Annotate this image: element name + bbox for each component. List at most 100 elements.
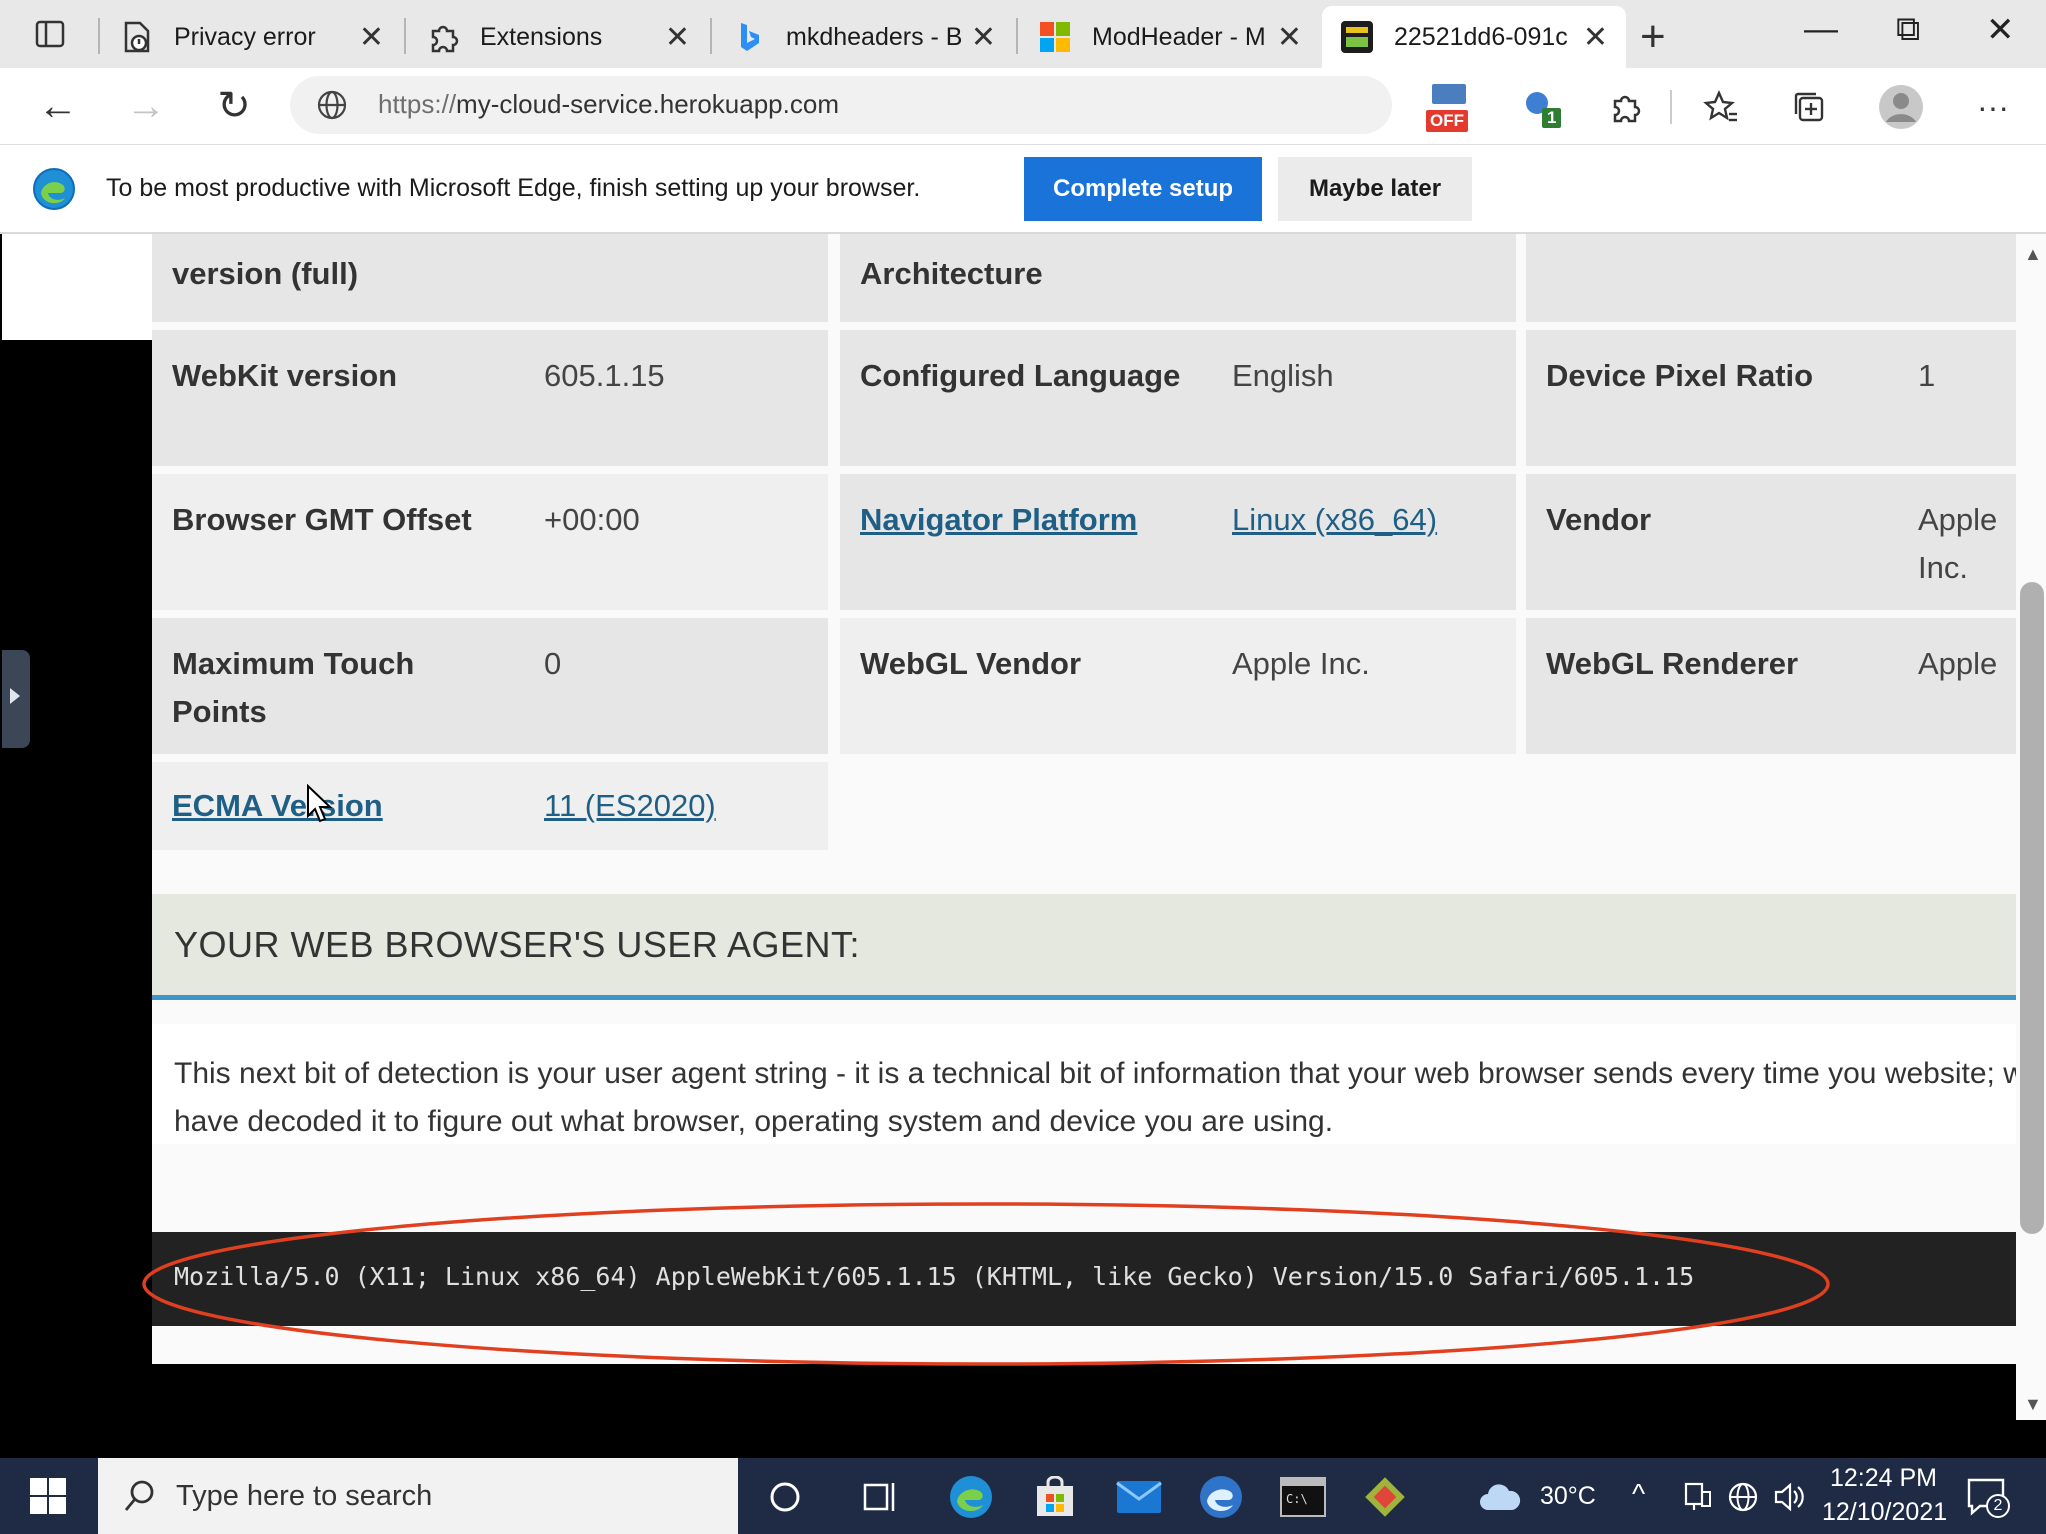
clock-time[interactable]: 12:24 PM	[1830, 1464, 1937, 1493]
tab-actions-button[interactable]	[22, 14, 78, 54]
weather-temperature[interactable]: 30°C	[1540, 1482, 1596, 1511]
info-value: Apple Inc.	[1918, 502, 1998, 585]
scroll-down-arrow-icon[interactable]: ▼	[2024, 1394, 2042, 1415]
svg-text:C:\: C:\	[1286, 1492, 1308, 1506]
taskbar-terminal-button[interactable]: C:\	[1280, 1474, 1326, 1520]
tray-overflow-chevron-icon[interactable]: ^	[1632, 1478, 1645, 1510]
mouse-cursor-icon	[307, 784, 332, 823]
notification-center-button[interactable]: 2	[1966, 1476, 2010, 1521]
taskbar-mail-button[interactable]	[1116, 1474, 1162, 1520]
refresh-button[interactable]: ↻	[208, 80, 260, 132]
taskbar-store-button[interactable]	[1032, 1474, 1078, 1520]
taskbar-edge-beta-button[interactable]	[1198, 1474, 1244, 1520]
info-cell: Architecture	[840, 234, 1516, 322]
setup-message: To be most productive with Microsoft Edg…	[106, 174, 921, 202]
puzzle-icon	[1613, 95, 1641, 123]
ecma-version-link[interactable]: ECMA Version	[172, 782, 383, 830]
forward-button[interactable]: →	[120, 80, 172, 132]
favorites-button[interactable]	[1696, 82, 1746, 132]
info-key: WebKit version	[172, 358, 398, 393]
taskbar-edge-button[interactable]	[948, 1474, 994, 1520]
info-cell: WebGL Renderer Apple	[1526, 618, 2016, 754]
url-text: https://my-cloud-service.herokuapp.com	[378, 89, 839, 120]
tab-title: 22521dd6-091c	[1394, 22, 1568, 51]
url-host: my-cloud-service.herokuapp.com	[456, 89, 839, 119]
start-button[interactable]	[30, 1478, 66, 1519]
info-key: Configured Language	[860, 358, 1181, 393]
close-tab-icon[interactable]: ✕	[359, 20, 384, 55]
edge-beta-icon	[1200, 1476, 1242, 1518]
scroll-up-arrow-icon[interactable]: ▲	[2024, 244, 2042, 265]
modheader-extension-button[interactable]: 1	[1514, 82, 1564, 132]
close-tab-icon[interactable]: ✕	[971, 20, 996, 55]
info-value: Apple	[1918, 646, 1998, 681]
git-diamond-icon	[1365, 1477, 1405, 1517]
refresh-icon: ↻	[217, 84, 251, 128]
address-bar[interactable]: https://my-cloud-service.herokuapp.com	[290, 76, 1392, 134]
extensions-button[interactable]	[1600, 82, 1650, 132]
profile-button[interactable]	[1876, 82, 1926, 132]
info-key: Device Pixel Ratio	[1546, 358, 1814, 393]
network-globe-icon[interactable]	[1726, 1480, 1760, 1514]
navigator-platform-link[interactable]: Navigator Platform	[860, 496, 1137, 544]
close-window-button[interactable]: ✕	[1986, 10, 2015, 50]
extension-toggle-button[interactable]: OFF	[1424, 82, 1474, 132]
close-tab-icon[interactable]: ✕	[1583, 20, 1608, 55]
task-view-button[interactable]	[858, 1474, 904, 1520]
info-cell	[1526, 234, 2016, 322]
side-panel-handle[interactable]	[2, 650, 30, 748]
favorites-star-icon	[1703, 90, 1737, 122]
complete-setup-button[interactable]: Complete setup	[1024, 157, 1262, 221]
taskbar-search-box[interactable]: Type here to search	[98, 1458, 738, 1534]
info-key: Maximum Touch Points	[172, 646, 415, 729]
volume-icon[interactable]	[1772, 1480, 1806, 1514]
close-tab-icon[interactable]: ✕	[1277, 20, 1302, 55]
url-scheme: https://	[378, 89, 457, 119]
info-key: WebGL Renderer	[1546, 646, 1799, 681]
minimize-button[interactable]: —	[1804, 10, 1838, 49]
back-button[interactable]: ←	[32, 80, 84, 132]
user-agent-description-text: This next bit of detection is your user …	[174, 1057, 2016, 1138]
windows-taskbar: Type here to search C:\ 30°C ^ 12:24 PM …	[0, 1458, 2046, 1534]
weather-cloud-icon	[1480, 1484, 1521, 1510]
screen: Privacy error ✕ Extensions ✕ mkdheaders …	[0, 0, 2046, 1534]
maybe-later-button[interactable]: Maybe later	[1278, 157, 1472, 221]
tab-title: ModHeader - M	[1092, 22, 1266, 51]
task-view-icon	[863, 1483, 895, 1511]
taskbar-git-button[interactable]	[1362, 1474, 1408, 1520]
user-agent-heading-text: YOUR WEB BROWSER'S USER AGENT:	[174, 924, 860, 965]
ecma-version-value-link[interactable]: 11 (ES2020)	[544, 782, 716, 830]
collections-button[interactable]	[1784, 82, 1834, 132]
windows-logo-icon	[30, 1478, 66, 1514]
close-tab-icon[interactable]: ✕	[665, 20, 690, 55]
tab-privacy-error[interactable]: Privacy error ✕	[102, 6, 402, 68]
network-device-icon[interactable]	[1682, 1480, 1712, 1514]
info-value: +00:00	[544, 502, 640, 537]
info-cell: Maximum Touch Points 0	[152, 618, 828, 754]
info-cell: WebGL Vendor Apple Inc.	[840, 618, 1516, 754]
info-value: 605.1.15	[544, 358, 665, 393]
info-value: Apple Inc.	[1232, 646, 1370, 681]
navigator-platform-value-link[interactable]: Linux (x86_64)	[1232, 496, 1437, 544]
plus-icon: +	[1640, 12, 1666, 61]
task-view-cortana-button[interactable]	[762, 1474, 808, 1520]
arrow-right-icon: →	[126, 83, 166, 128]
tab-extensions[interactable]: Extensions ✕	[408, 6, 708, 68]
info-key: version (full)	[172, 256, 359, 291]
tab-bing[interactable]: mkdheaders - Bi ✕	[714, 6, 1014, 68]
restore-button[interactable]: ⧉	[1896, 10, 1920, 49]
tab-modheader[interactable]: ModHeader - M ✕	[1020, 6, 1320, 68]
mail-envelope-icon	[1116, 1481, 1162, 1513]
more-menu-button[interactable]: ···	[1968, 82, 2018, 132]
extension-off-badge: OFF	[1426, 110, 1468, 132]
vertical-scrollbar-thumb[interactable]	[2020, 582, 2044, 1234]
edge-logo-icon	[32, 167, 76, 216]
tab-actions-icon	[35, 20, 65, 48]
new-tab-button[interactable]: +	[1640, 12, 1666, 62]
tab-vnc-active[interactable]: 22521dd6-091c ✕	[1322, 6, 1626, 68]
search-placeholder: Type here to search	[176, 1480, 433, 1512]
edge-icon	[950, 1476, 992, 1518]
globe-icon	[316, 89, 348, 126]
annotation-ellipse	[142, 1202, 1830, 1366]
clock-date[interactable]: 12/10/2021	[1822, 1498, 1947, 1527]
